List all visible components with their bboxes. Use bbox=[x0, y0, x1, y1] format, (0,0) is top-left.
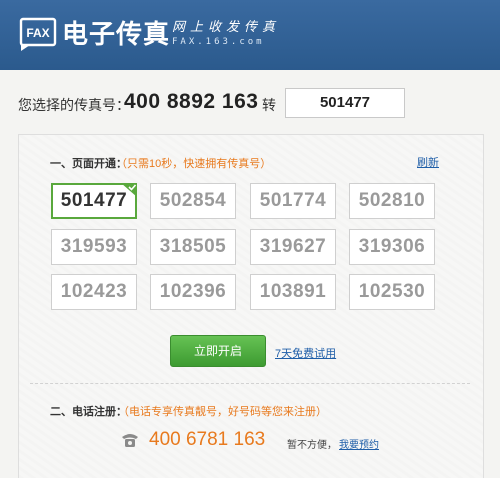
section-open-note: （只需10秒，快速拥有传真号） bbox=[116, 158, 272, 170]
phone-register-number: 400 6781 163 bbox=[149, 429, 266, 450]
app-domain: FAX.163.com bbox=[172, 37, 265, 47]
free-trial-link[interactable]: 7天免费试用 bbox=[275, 345, 336, 361]
section-divider bbox=[30, 383, 470, 384]
svg-text:FAX: FAX bbox=[26, 26, 49, 40]
app-title: 电子传真 bbox=[62, 20, 171, 50]
refresh-link[interactable]: 刷新 bbox=[417, 154, 439, 170]
fax-number-option[interactable]: 318505 bbox=[150, 229, 236, 265]
fax-number-option[interactable]: 103891 bbox=[250, 274, 336, 310]
fax-number-option[interactable]: 319627 bbox=[250, 229, 336, 265]
selected-check-icon bbox=[121, 183, 137, 197]
fax-number-option[interactable]: 502810 bbox=[349, 183, 435, 219]
fax-number-option[interactable]: 319306 bbox=[349, 229, 435, 265]
extension-connector: 转 bbox=[262, 97, 276, 113]
reserve-link[interactable]: 我要预约 bbox=[339, 436, 379, 451]
fax-number-option-selected[interactable]: 501477 bbox=[51, 183, 137, 219]
header-bar: FAX 电子传真 网上收发传真 FAX.163.com bbox=[0, 0, 500, 70]
app-slogan: 网上收发传真 bbox=[172, 20, 281, 35]
fax-number-option[interactable]: 502854 bbox=[150, 183, 236, 219]
phone-register-hint: 暂不方便， bbox=[287, 440, 337, 451]
telephone-icon bbox=[122, 434, 138, 447]
open-now-button[interactable]: 立即开启 bbox=[170, 335, 266, 367]
fax-number-option[interactable]: 102423 bbox=[51, 274, 137, 310]
main-fax-number: 400 8892 163 bbox=[124, 90, 259, 113]
fax-number-option[interactable]: 501774 bbox=[250, 183, 336, 219]
fax-number-option[interactable]: 319593 bbox=[51, 229, 137, 265]
section-phone-note: （电话专享传真靓号，好号码等您来注册） bbox=[118, 406, 327, 418]
section-phone-title: 二、电话注册： bbox=[50, 406, 127, 418]
fax-logo-icon: FAX bbox=[19, 17, 57, 51]
fax-number-option[interactable]: 102396 bbox=[150, 274, 236, 310]
extension-field[interactable]: 501477 bbox=[285, 88, 405, 118]
selected-number-label: 您选择的传真号： bbox=[18, 97, 130, 113]
fax-number-option[interactable]: 102530 bbox=[349, 274, 435, 310]
